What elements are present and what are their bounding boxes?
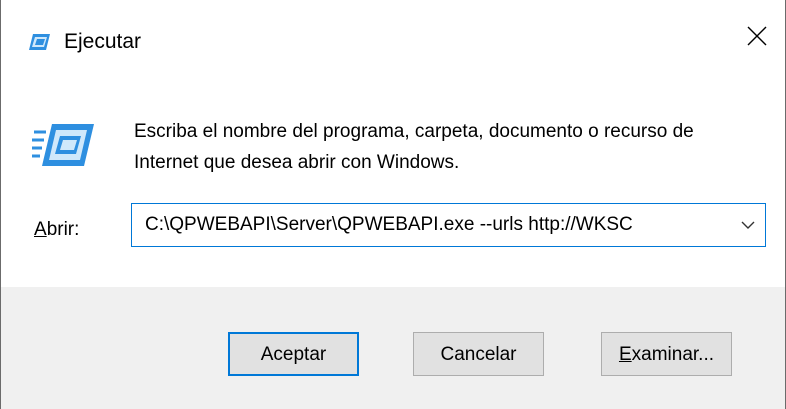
button-bar: Aceptar Cancelar Examinar... bbox=[1, 287, 785, 409]
open-label-access-key: A bbox=[34, 219, 47, 240]
browse-button[interactable]: Examinar... bbox=[601, 332, 732, 376]
close-button[interactable] bbox=[729, 12, 785, 64]
run-icon bbox=[28, 120, 96, 170]
run-icon bbox=[27, 33, 51, 51]
chevron-down-icon[interactable] bbox=[737, 214, 759, 236]
open-label: Abrir: bbox=[34, 217, 79, 243]
open-combobox[interactable]: C:\QPWEBAPI\Server\QPWEBAPI.exe --urls h… bbox=[131, 203, 766, 247]
open-label-text: brir: bbox=[46, 219, 80, 240]
title-bar[interactable]: Ejecutar bbox=[1, 0, 785, 78]
run-dialog: Ejecutar Escriba el nombre del programa,… bbox=[0, 0, 786, 409]
window-title: Ejecutar bbox=[64, 30, 142, 53]
browse-access-key: E bbox=[618, 344, 632, 365]
close-icon bbox=[747, 26, 767, 51]
browse-label: xaminar... bbox=[631, 344, 715, 365]
open-input[interactable]: C:\QPWEBAPI\Server\QPWEBAPI.exe --urls h… bbox=[145, 212, 725, 238]
dialog-body: Escriba el nombre del programa, carpeta,… bbox=[1, 78, 785, 287]
cancel-button[interactable]: Cancelar bbox=[413, 332, 544, 376]
dialog-description: Escriba el nombre del programa, carpeta,… bbox=[134, 121, 694, 173]
ok-button[interactable]: Aceptar bbox=[228, 332, 359, 376]
